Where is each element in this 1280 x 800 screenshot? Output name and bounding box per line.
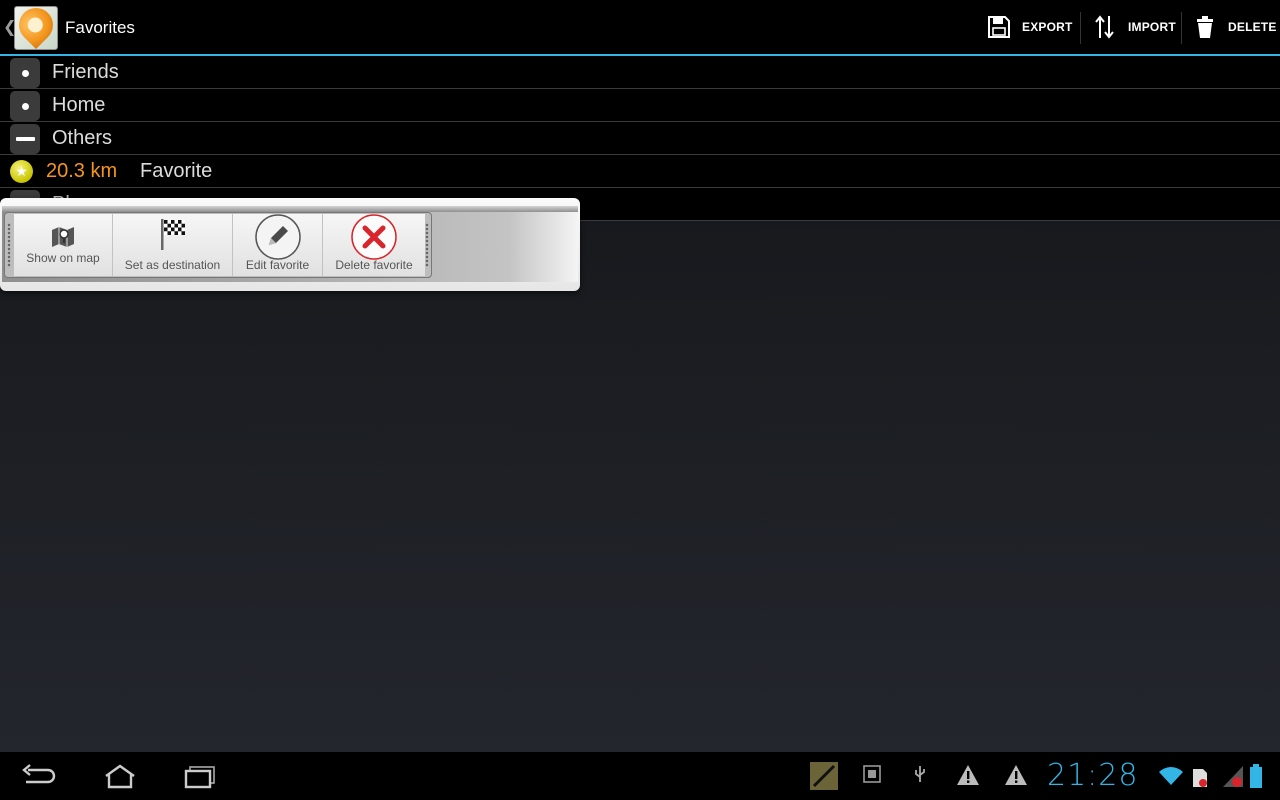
- trash-icon: [1192, 14, 1218, 40]
- set-destination-label: Set as destination: [124, 258, 221, 272]
- signal-icon[interactable]: [1222, 764, 1244, 792]
- action-bar: ❮ Favorites EXPORT IMPORT DELETE: [0, 0, 1280, 56]
- collapse-toggle[interactable]: [10, 91, 40, 121]
- collapsed-dot-icon: [22, 70, 29, 77]
- export-button[interactable]: EXPORT: [986, 0, 1073, 54]
- group-row-friends[interactable]: Friends: [0, 56, 1280, 89]
- star-icon: ★: [10, 160, 33, 183]
- back-icon[interactable]: [20, 762, 60, 790]
- group-row-home[interactable]: Home: [0, 89, 1280, 122]
- show-on-map-label: Show on map: [26, 251, 100, 265]
- delete-favorite-button[interactable]: Delete favorite: [323, 214, 425, 276]
- export-label: EXPORT: [1022, 20, 1073, 34]
- favorite-label: Favorite: [140, 160, 213, 182]
- import-button[interactable]: IMPORT: [1092, 0, 1176, 54]
- collapsed-dot-icon: [22, 103, 29, 110]
- pencil-icon: [254, 214, 302, 263]
- action-divider: [1080, 12, 1081, 44]
- show-on-map-button[interactable]: Show on map: [14, 214, 113, 276]
- warning-icon[interactable]: [956, 764, 980, 790]
- page-title: Favorites: [65, 18, 135, 37]
- collapse-toggle[interactable]: [10, 58, 40, 88]
- notes-app-icon[interactable]: [810, 762, 838, 794]
- map-pin-icon: [50, 224, 76, 253]
- edit-favorite-button[interactable]: Edit favorite: [233, 214, 323, 276]
- clock[interactable]: 21:28: [1047, 758, 1138, 793]
- quick-action-items: Show on map Set as destination Edit favo…: [14, 214, 425, 276]
- delete-label: DELETE: [1228, 20, 1277, 34]
- sd-card-icon[interactable]: [1192, 768, 1208, 792]
- battery-icon[interactable]: [1250, 764, 1262, 792]
- import-arrows-icon: [1092, 14, 1118, 40]
- checkered-flag-icon: [158, 217, 188, 254]
- favorite-row[interactable]: ★ 20.3 km Favorite: [0, 155, 1280, 188]
- group-label: Others: [52, 127, 113, 149]
- left-grip-icon[interactable]: [7, 223, 11, 267]
- warning-icon[interactable]: [1004, 764, 1028, 790]
- group-row-others[interactable]: Others: [0, 122, 1280, 155]
- import-label: IMPORT: [1128, 20, 1176, 34]
- home-icon[interactable]: [100, 762, 140, 790]
- favorite-distance: 20.3 km: [46, 160, 118, 182]
- save-icon: [986, 14, 1012, 40]
- app-logo-icon[interactable]: [11, 0, 61, 50]
- quick-action-popup: Show on map Set as destination Edit favo…: [0, 198, 580, 291]
- favorites-list: Friends Home Others ★ 20.3 km Favorite P…: [0, 56, 1280, 221]
- delete-button[interactable]: DELETE: [1192, 0, 1277, 54]
- expand-toggle[interactable]: [10, 124, 40, 154]
- recent-apps-icon[interactable]: [180, 762, 220, 790]
- set-destination-button[interactable]: Set as destination: [113, 214, 233, 276]
- usb-icon[interactable]: [910, 764, 930, 788]
- group-label: Home: [52, 94, 106, 116]
- wifi-icon[interactable]: [1158, 766, 1184, 790]
- expanded-dash-icon: [16, 137, 35, 141]
- app-window: ❮ Favorites EXPORT IMPORT DELETE Friends…: [0, 0, 1280, 800]
- action-divider: [1181, 12, 1182, 44]
- right-grip-icon[interactable]: [425, 223, 429, 267]
- quick-action-track: Show on map Set as destination Edit favo…: [2, 206, 578, 282]
- android-debug-icon[interactable]: [862, 764, 882, 788]
- red-x-icon: [350, 214, 398, 263]
- quick-action-bar: Show on map Set as destination Edit favo…: [4, 212, 432, 278]
- group-label: Friends: [52, 61, 119, 83]
